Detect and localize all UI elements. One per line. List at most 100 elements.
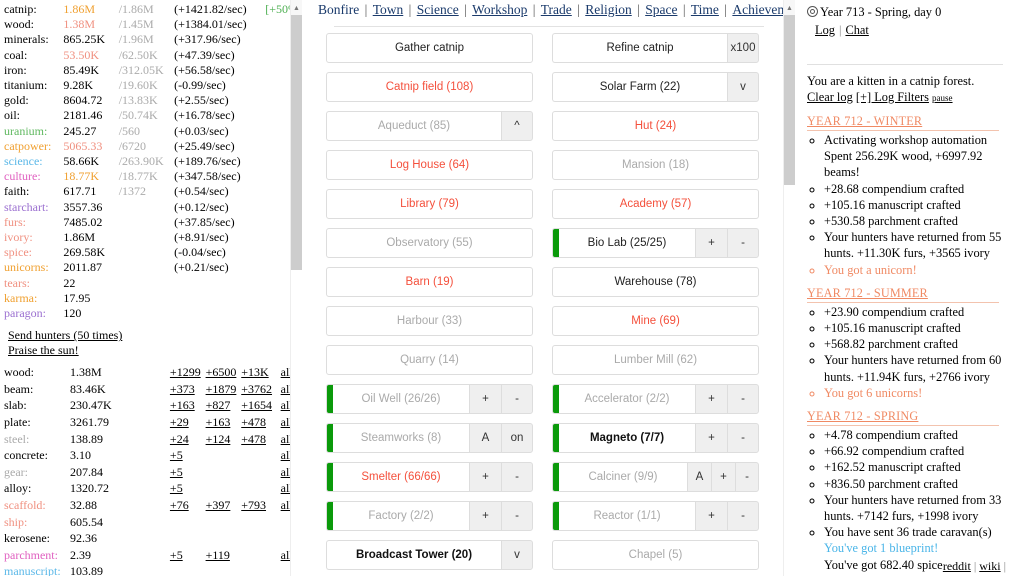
building-button[interactable]: Gather catnip: [326, 33, 533, 63]
craft-qty-2-link[interactable]: +163: [206, 415, 231, 429]
building-button[interactable]: Catnip field (108): [326, 72, 533, 102]
building-button[interactable]: Oil Well (26/26): [333, 384, 469, 414]
craft-qty-3[interactable]: +1654: [241, 397, 280, 414]
craft-qty-3[interactable]: +478: [241, 431, 280, 448]
building-button[interactable]: Warehouse (78): [552, 267, 759, 297]
building-side-button[interactable]: +: [469, 501, 501, 531]
craft-qty-3-link[interactable]: +13K: [241, 365, 268, 379]
building-side-button[interactable]: v: [501, 540, 533, 570]
praise-the-sun-link[interactable]: Praise the sun!: [8, 343, 302, 358]
building-side-button[interactable]: +: [711, 462, 735, 492]
craft-qty-1[interactable]: +24: [170, 431, 206, 448]
craft-qty-2-link[interactable]: +6500: [206, 365, 237, 379]
building-side-button[interactable]: x100: [727, 33, 759, 63]
craft-qty-1[interactable]: +163: [170, 397, 206, 414]
building-side-button[interactable]: on: [501, 423, 533, 453]
building-side-button[interactable]: +: [695, 384, 727, 414]
building-side-button[interactable]: +: [695, 423, 727, 453]
building-side-button[interactable]: +: [695, 228, 727, 258]
building-side-button[interactable]: -: [735, 462, 759, 492]
craft-qty-2[interactable]: +163: [206, 414, 242, 431]
tab-town[interactable]: Town: [373, 2, 404, 17]
building-button[interactable]: Broadcast Tower (20): [326, 540, 501, 570]
craft-qty-2-link[interactable]: +397: [206, 498, 231, 512]
tab-log[interactable]: Log: [815, 23, 835, 37]
building-button[interactable]: Magneto (7/7): [559, 423, 695, 453]
craft-qty-2-link[interactable]: +124: [206, 432, 231, 446]
wiki-link[interactable]: wiki: [979, 559, 1000, 573]
building-button[interactable]: Calciner (9/9): [559, 462, 687, 492]
craft-qty-1[interactable]: +5: [170, 480, 206, 497]
scroll-up-arrow-icon[interactable]: ▲: [784, 0, 795, 15]
building-button[interactable]: Bio Lab (25/25): [559, 228, 695, 258]
craft-qty-3-link[interactable]: +3762: [241, 382, 272, 396]
building-button[interactable]: Observatory (55): [326, 228, 533, 258]
main-panel-scrollbar[interactable]: ▲: [783, 0, 795, 576]
building-side-button[interactable]: A: [469, 423, 501, 453]
building-side-button[interactable]: +: [469, 462, 501, 492]
craft-qty-2[interactable]: +6500: [206, 364, 242, 381]
building-button[interactable]: Chapel (5): [552, 540, 759, 570]
building-side-button[interactable]: -: [727, 501, 759, 531]
tab-trade[interactable]: Trade: [541, 2, 572, 17]
building-button[interactable]: Accelerator (2/2): [559, 384, 695, 414]
craft-qty-1-link[interactable]: +29: [170, 415, 189, 429]
building-button[interactable]: Reactor (1/1): [559, 501, 695, 531]
craft-qty-2[interactable]: +397: [206, 497, 242, 514]
building-button[interactable]: Smelter (66/66): [333, 462, 469, 492]
building-button[interactable]: Hut (24): [552, 111, 759, 141]
craft-qty-2-link[interactable]: +119: [206, 548, 230, 562]
craft-qty-3[interactable]: +478: [241, 414, 280, 431]
send-hunters-link[interactable]: Send hunters (50 times): [8, 328, 302, 343]
pause-link[interactable]: pause: [932, 93, 953, 103]
craft-qty-3[interactable]: +3762: [241, 381, 280, 398]
building-side-button[interactable]: ^: [501, 111, 533, 141]
building-side-button[interactable]: +: [469, 384, 501, 414]
building-side-button[interactable]: -: [727, 384, 759, 414]
craft-qty-3-link[interactable]: +478: [241, 415, 266, 429]
building-button[interactable]: Log House (64): [326, 150, 533, 180]
craft-qty-2[interactable]: +124: [206, 431, 242, 448]
building-side-button[interactable]: -: [727, 423, 759, 453]
building-button[interactable]: Aqueduct (85): [326, 111, 501, 141]
reddit-link[interactable]: reddit: [943, 559, 971, 573]
craft-qty-1[interactable]: +5: [170, 547, 206, 564]
building-button[interactable]: Factory (2/2): [333, 501, 469, 531]
craft-qty-2-link[interactable]: +827: [206, 398, 231, 412]
craft-qty-1-link[interactable]: +24: [170, 432, 189, 446]
craft-qty-3-link[interactable]: +478: [241, 432, 266, 446]
left-panel-scrollbar[interactable]: ▲: [290, 0, 302, 576]
building-button[interactable]: Mansion (18): [552, 150, 759, 180]
craft-qty-1-link[interactable]: +1299: [170, 365, 201, 379]
building-button[interactable]: Solar Farm (22): [552, 72, 727, 102]
log-filters-link[interactable]: [+] Log Filters: [856, 90, 929, 104]
craft-qty-3[interactable]: +13K: [241, 364, 280, 381]
craft-qty-2[interactable]: +827: [206, 397, 242, 414]
craft-qty-3-link[interactable]: +793: [241, 498, 266, 512]
scrollbar-thumb[interactable]: [291, 15, 302, 270]
craft-qty-1[interactable]: +5: [170, 464, 206, 481]
craft-qty-1[interactable]: +29: [170, 414, 206, 431]
craft-qty-1-link[interactable]: +5: [170, 548, 183, 562]
craft-qty-1-link[interactable]: +76: [170, 498, 189, 512]
building-side-button[interactable]: -: [727, 228, 759, 258]
craft-qty-2[interactable]: +1879: [206, 381, 242, 398]
building-button[interactable]: Barn (19): [326, 267, 533, 297]
craft-qty-1[interactable]: +5: [170, 447, 206, 464]
building-side-button[interactable]: -: [501, 384, 533, 414]
building-button[interactable]: Mine (69): [552, 306, 759, 336]
building-button[interactable]: Refine catnip: [552, 33, 727, 63]
craft-qty-3-link[interactable]: +1654: [241, 398, 272, 412]
building-button[interactable]: Steamworks (8): [333, 423, 469, 453]
craft-qty-1-link[interactable]: +5: [170, 448, 183, 462]
craft-qty-1-link[interactable]: +373: [170, 382, 195, 396]
craft-qty-2[interactable]: +119: [206, 547, 242, 564]
building-side-button[interactable]: -: [501, 462, 533, 492]
tab-religion[interactable]: Religion: [585, 2, 632, 17]
scroll-up-arrow-icon[interactable]: ▲: [291, 0, 302, 15]
building-side-button[interactable]: v: [727, 72, 759, 102]
building-button[interactable]: Harbour (33): [326, 306, 533, 336]
building-button[interactable]: Academy (57): [552, 189, 759, 219]
tab-workshop[interactable]: Workshop: [472, 2, 527, 17]
craft-qty-1[interactable]: +1299: [170, 364, 206, 381]
